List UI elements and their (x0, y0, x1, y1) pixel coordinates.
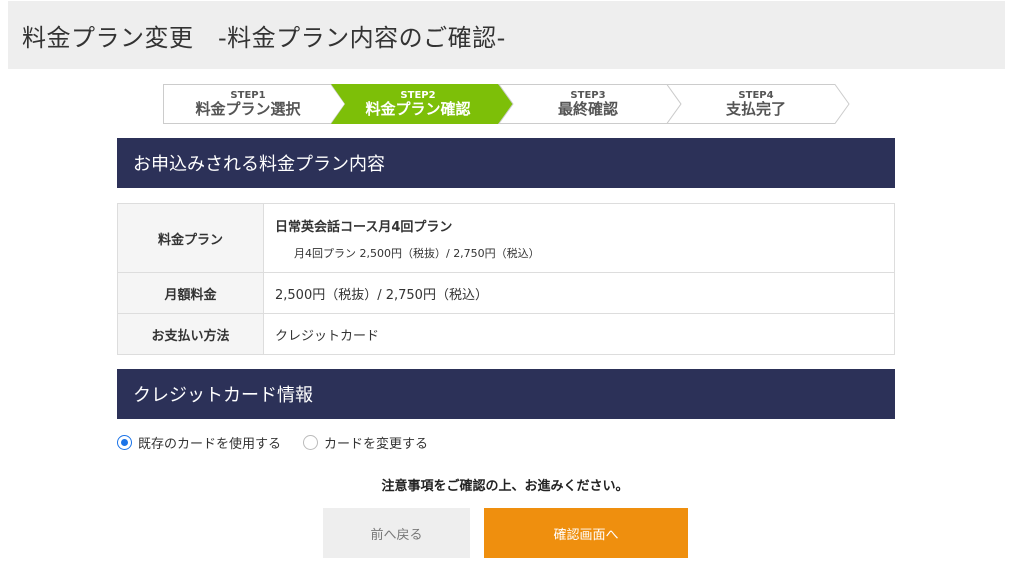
back-button[interactable]: 前へ戻る (323, 508, 470, 558)
use-existing-card-radio[interactable] (117, 435, 132, 450)
plan-cell: 日常英会話コース月4回プラン 月4回プラン 2,500円（税抜）/ 2,750円… (263, 203, 895, 273)
step-4-name: 支払完了 (725, 100, 786, 119)
table-row-plan: 料金プラン 日常英会話コース月4回プラン 月4回プラン 2,500円（税抜）/ … (117, 203, 895, 273)
plan-name: 日常英会話コース月4回プラン (275, 219, 453, 235)
plan-label: 料金プラン (117, 203, 264, 273)
card-section-header: クレジットカード情報 (117, 369, 895, 419)
card-option-group: 既存のカードを使用する カードを変更する (117, 433, 450, 452)
table-row-monthly-fee: 月額料金 2,500円（税抜）/ 2,750円（税込） (117, 272, 895, 314)
step-2-name: 料金プラン確認 (365, 100, 471, 119)
step-3-name: 最終確認 (557, 100, 618, 119)
payment-method-label: お支払い方法 (117, 313, 264, 355)
monthly-fee-label: 月額料金 (117, 272, 264, 314)
change-card-label: カードを変更する (324, 437, 429, 452)
payment-method-value: クレジットカード (263, 313, 895, 355)
step-1: STEP1 料金プラン選択 (173, 84, 323, 124)
change-card-radio[interactable] (303, 435, 319, 450)
step-3: STEP3 最終確認 (513, 84, 663, 124)
monthly-fee-value: 2,500円（税抜）/ 2,750円（税込） (263, 272, 895, 314)
page-header: 料金プラン変更 -料金プラン内容のご確認- (8, 1, 1005, 69)
use-existing-card-label: 既存のカードを使用する (138, 437, 282, 452)
plan-details-table: 料金プラン 日常英会話コース月4回プラン 月4回プラン 2,500円（税抜）/ … (117, 203, 895, 355)
page-title: 料金プラン変更 -料金プラン内容のご確認- (22, 23, 506, 52)
change-card-option[interactable]: カードを変更する (303, 433, 428, 452)
step-4: STEP4 支払完了 (681, 84, 831, 124)
step-progress: STEP1 料金プラン選択 STEP2 料金プラン確認 STEP3 最終確認 S… (163, 84, 853, 124)
table-row-payment-method: お支払い方法 クレジットカード (117, 313, 895, 355)
plan-detail: 月4回プラン 2,500円（税抜）/ 2,750円（税込） (294, 246, 540, 260)
step-1-name: 料金プラン選択 (195, 100, 301, 119)
plan-section-header: お申込みされる料金プラン内容 (117, 138, 895, 188)
confirm-button[interactable]: 確認画面へ (484, 508, 688, 558)
notice-text: 注意事項をご確認の上、お進みください。 (381, 479, 629, 494)
step-2: STEP2 料金プラン確認 (343, 84, 493, 124)
use-existing-card-option[interactable]: 既存のカードを使用する (117, 433, 281, 452)
